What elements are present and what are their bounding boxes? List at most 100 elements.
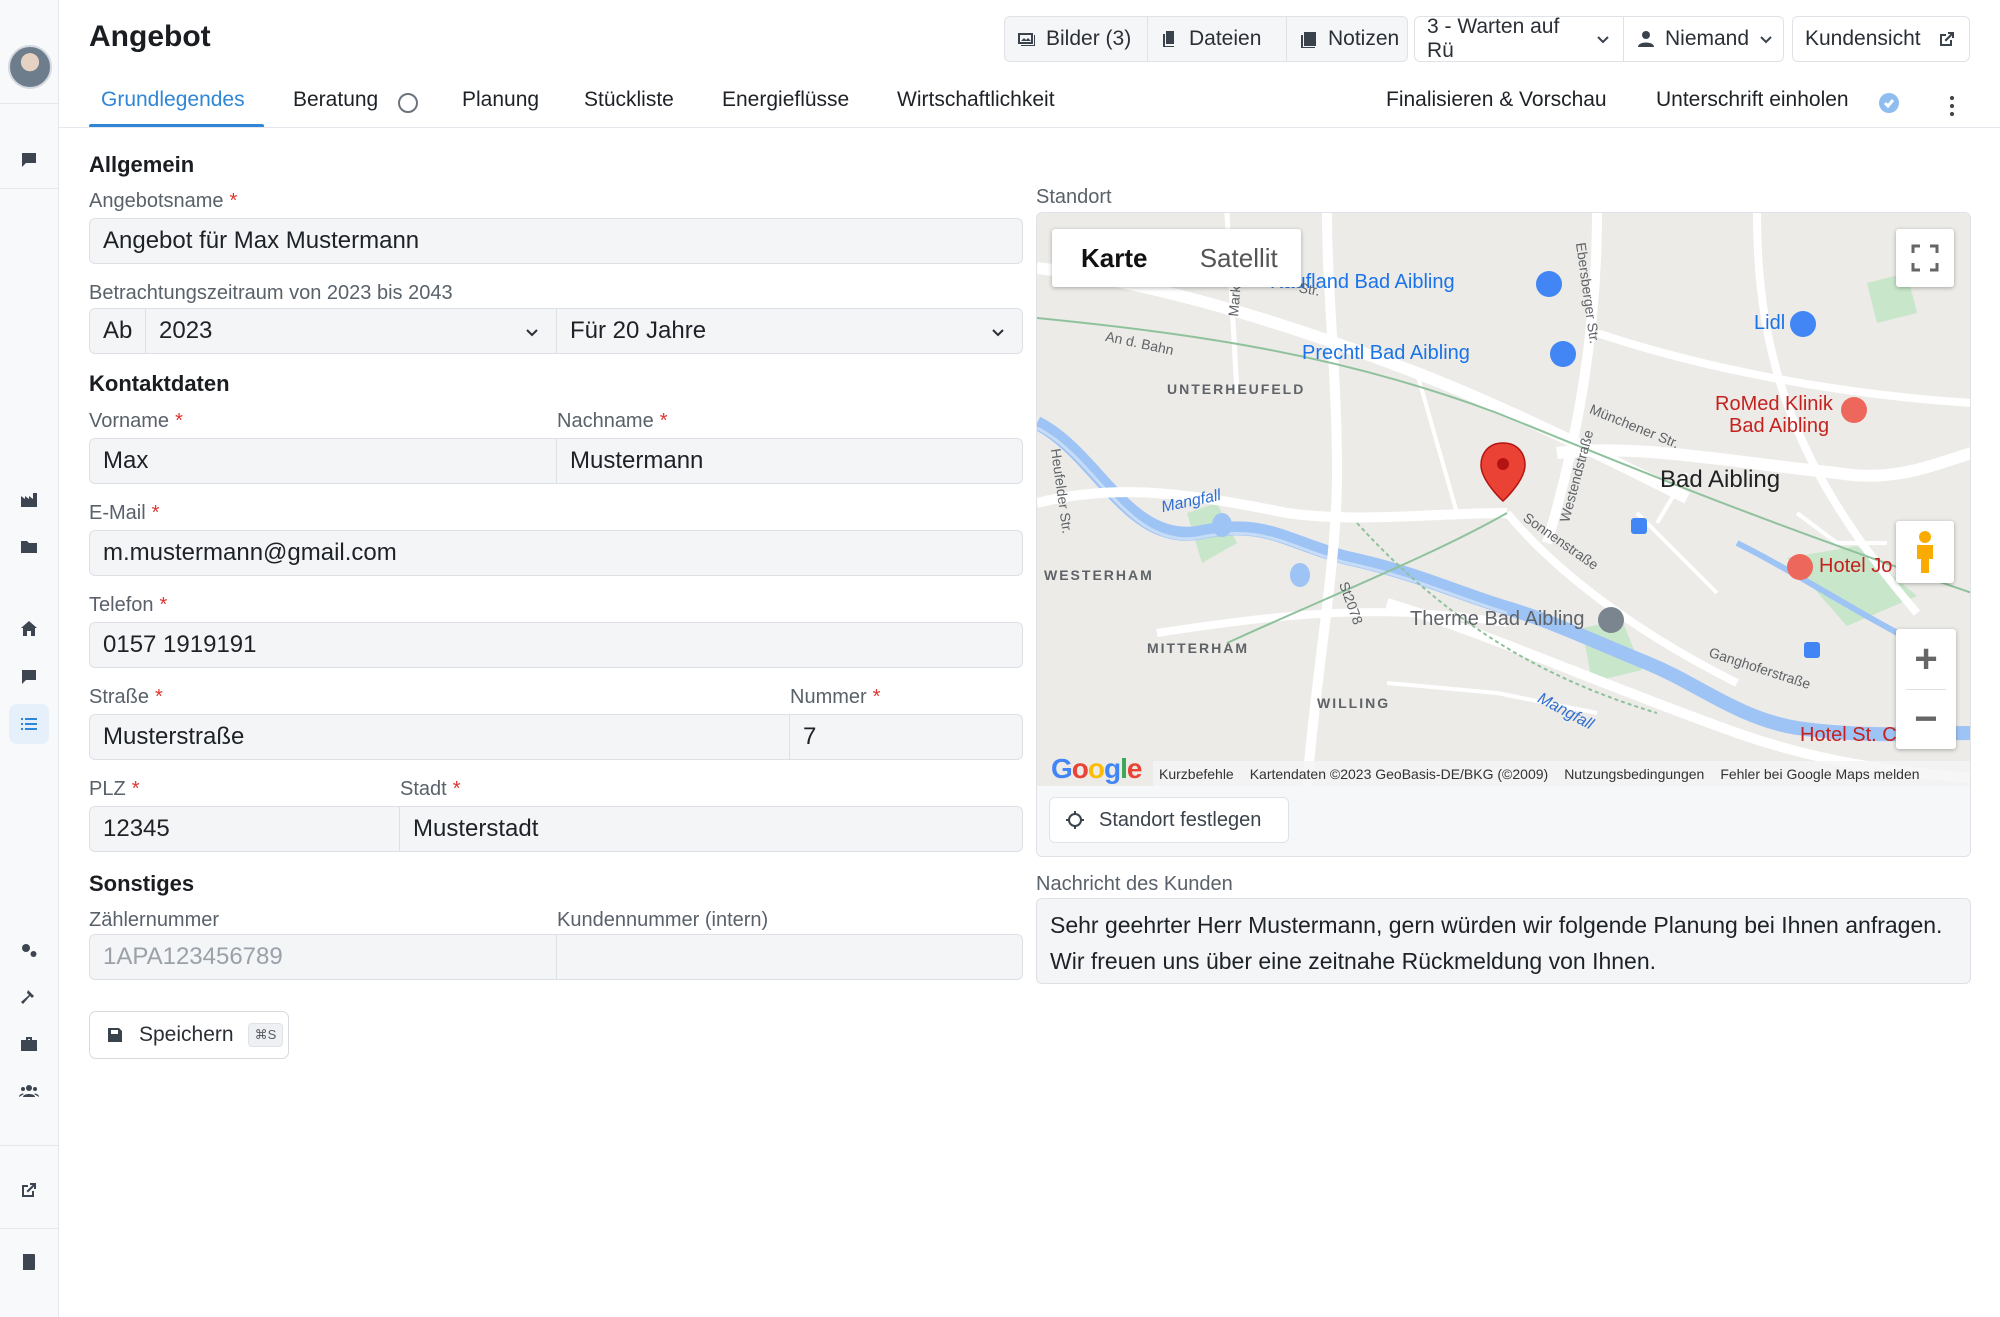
plz-input[interactable]: 12345 bbox=[89, 806, 400, 852]
email-input[interactable]: m.mustermann@gmail.com bbox=[89, 530, 1023, 576]
assignee-wrap: Niemand bbox=[1636, 27, 1749, 51]
nummer-input[interactable]: 7 bbox=[790, 714, 1023, 760]
gears-icon[interactable] bbox=[14, 935, 44, 965]
assignee-value: Niemand bbox=[1665, 27, 1750, 50]
zaehlernummer-label: Zählernummer bbox=[89, 909, 220, 931]
home-icon[interactable] bbox=[14, 614, 44, 644]
nachname-input[interactable]: Mustermann bbox=[557, 438, 1023, 484]
telefon-label-text: Telefon bbox=[89, 594, 154, 616]
section-kontaktdaten: Kontaktdaten bbox=[89, 371, 230, 396]
more-options-icon[interactable] bbox=[1940, 92, 1964, 120]
rail-divider bbox=[0, 1145, 58, 1146]
rail-divider bbox=[0, 188, 58, 189]
google-map[interactable]: Kaufland Bad Aibling Prechtl Bad Aibling… bbox=[1037, 213, 1970, 786]
chevron-down-icon bbox=[992, 329, 1004, 337]
users-icon[interactable] bbox=[14, 1076, 44, 1106]
ab-addon: Ab bbox=[89, 308, 146, 354]
files-button-label: Dateien bbox=[1189, 27, 1262, 50]
user-icon bbox=[1638, 31, 1654, 47]
map-label-unterheufeld: UNTERHEUFELD bbox=[1167, 381, 1306, 397]
map-label-bad-aibling: Bad Aibling bbox=[1660, 466, 1781, 493]
map-label-therme: Therme Bad Aibling bbox=[1410, 608, 1585, 630]
tab-grundlegendes[interactable]: Grundlegendes bbox=[101, 88, 245, 112]
set-location-button[interactable]: Standort festlegen bbox=[1049, 797, 1289, 843]
telefon-input[interactable]: 0157 1919191 bbox=[89, 622, 1023, 668]
tab-energiefluesse[interactable]: Energieflüsse bbox=[722, 88, 849, 112]
customer-message-text: Sehr geehrter Herr Mustermann, gern würd… bbox=[1036, 898, 1971, 984]
files-icon bbox=[1163, 31, 1174, 47]
assignee-dropdown[interactable]: Niemand bbox=[1624, 16, 1784, 62]
required-mark: * bbox=[175, 410, 183, 432]
list-icon[interactable] bbox=[9, 704, 49, 744]
vorname-input[interactable]: Max bbox=[89, 438, 557, 484]
zoom-out-icon[interactable]: − bbox=[1896, 689, 1956, 749]
nachname-label: Nachname * bbox=[557, 410, 668, 433]
start-year-select[interactable]: 2023 bbox=[146, 308, 557, 354]
message-icon[interactable] bbox=[14, 662, 44, 692]
map-label-willing: WILLING bbox=[1317, 695, 1391, 711]
telefon-label: Telefon * bbox=[89, 594, 167, 617]
strasse-label-text: Straße bbox=[89, 686, 150, 708]
notes-button[interactable]: Notizen bbox=[1287, 16, 1408, 62]
map-terms-link[interactable]: Nutzungsbedingungen bbox=[1564, 766, 1704, 782]
left-sidebar bbox=[0, 0, 59, 1317]
map-type-karte[interactable]: Karte bbox=[1052, 229, 1177, 287]
map-label-mitterham: MITTERHAM bbox=[1147, 640, 1249, 656]
tab-wirtschaftlichkeit[interactable]: Wirtschaftlichkeit bbox=[897, 88, 1055, 112]
factory-icon[interactable] bbox=[14, 485, 44, 515]
tab-beratung[interactable]: Beratung bbox=[293, 88, 378, 112]
map-shortcuts-link[interactable]: Kurzbefehle bbox=[1159, 766, 1234, 782]
duration-select[interactable]: Für 20 Jahre bbox=[557, 308, 1023, 354]
strasse-input[interactable]: Musterstraße bbox=[89, 714, 790, 760]
images-button[interactable]: Bilder (3) bbox=[1004, 16, 1148, 62]
map-label-romed-2: Bad Aibling bbox=[1729, 415, 1830, 437]
user-avatar[interactable] bbox=[8, 45, 52, 89]
files-button[interactable]: Dateien bbox=[1148, 16, 1287, 62]
tab-stueckliste[interactable]: Stückliste bbox=[584, 88, 674, 112]
section-sonstiges: Sonstiges bbox=[89, 871, 195, 896]
fullscreen-icon[interactable] bbox=[1896, 229, 1954, 287]
map-report-link[interactable]: Fehler bei Google Maps melden bbox=[1720, 766, 1919, 782]
stadt-input[interactable]: Musterstadt bbox=[400, 806, 1023, 852]
angebotsname-label-text: Angebotsname bbox=[89, 190, 224, 212]
external-link-icon bbox=[1940, 32, 1954, 46]
required-mark: * bbox=[159, 594, 168, 616]
check-circle-icon bbox=[1879, 93, 1899, 113]
chevron-down-icon bbox=[526, 329, 538, 337]
briefcase-icon[interactable] bbox=[14, 1029, 44, 1059]
book-icon[interactable] bbox=[14, 1247, 44, 1277]
zoom-control: + − bbox=[1896, 629, 1956, 749]
rail-divider bbox=[0, 103, 58, 104]
save-button[interactable]: Speichern ⌘S bbox=[89, 1011, 289, 1059]
stadt-label: Stadt * bbox=[400, 778, 461, 801]
map-label-romed-1: RoMed Klinik bbox=[1715, 393, 1833, 415]
chat-icon[interactable] bbox=[14, 145, 44, 175]
save-shortcut-badge: ⌘S bbox=[247, 1023, 284, 1047]
map-type-satellit[interactable]: Satellit bbox=[1177, 229, 1302, 287]
map-label-westerham: WESTERHAM bbox=[1044, 567, 1154, 583]
zaehlernummer-input[interactable]: 1APA123456789 bbox=[89, 934, 557, 980]
tab-unterschrift[interactable]: Unterschrift einholen bbox=[1656, 88, 1849, 112]
street-view-pegman-icon[interactable] bbox=[1896, 521, 1954, 583]
zoom-in-icon[interactable]: + bbox=[1896, 629, 1956, 689]
kundennummer-input[interactable] bbox=[557, 934, 1023, 980]
required-mark: * bbox=[872, 686, 881, 708]
customer-message-label: Nachricht des Kunden bbox=[1036, 873, 1233, 895]
tab-planung[interactable]: Planung bbox=[462, 88, 539, 112]
status-dropdown[interactable]: 3 - Warten auf Rü bbox=[1414, 15, 1624, 62]
customer-view-button[interactable]: Kundensicht bbox=[1792, 16, 1970, 62]
external-link-icon[interactable] bbox=[14, 1175, 44, 1205]
folder-icon[interactable] bbox=[14, 532, 44, 562]
map-label-lidl: Lidl bbox=[1754, 312, 1786, 334]
chevron-down-icon bbox=[1760, 36, 1772, 44]
tab-finalisieren[interactable]: Finalisieren & Vorschau bbox=[1386, 88, 1607, 112]
hammer-icon[interactable] bbox=[14, 982, 44, 1012]
save-button-label: Speichern bbox=[139, 1023, 234, 1046]
nummer-label: Nummer * bbox=[790, 686, 880, 709]
floppy-disk-icon bbox=[108, 1028, 122, 1042]
notes-icon bbox=[1301, 32, 1316, 48]
plz-label-text: PLZ bbox=[89, 778, 126, 800]
map-label-hotel-st: Hotel St. C bbox=[1800, 724, 1897, 746]
set-location-label: Standort festlegen bbox=[1099, 808, 1262, 831]
angebotsname-input[interactable]: Angebot für Max Mustermann bbox=[89, 218, 1023, 264]
